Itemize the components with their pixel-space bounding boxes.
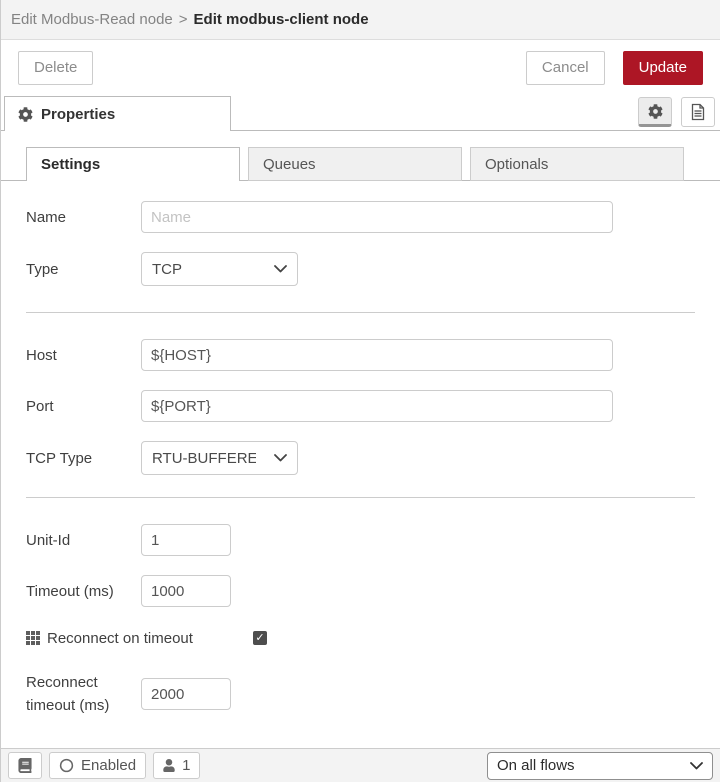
breadcrumb-parent-link[interactable]: Edit Modbus-Read node — [11, 11, 173, 28]
enabled-toggle-button[interactable]: Enabled — [49, 752, 147, 779]
panel-tab-bar: Properties — [1, 95, 720, 132]
host-row: Host — [26, 339, 695, 371]
reconnect-timeout-row: Reconnect timeout (ms) — [26, 671, 695, 717]
settings-form: Name Type TCP Host Port TCP Type RTU-BU — [1, 181, 720, 717]
tab-settings-label: Settings — [41, 155, 101, 173]
timeout-label: Timeout (ms) — [26, 582, 114, 600]
type-row: Type TCP — [26, 252, 695, 286]
reconnect-on-timeout-checkbox[interactable]: ✓ — [253, 631, 267, 645]
enabled-label: Enabled — [81, 757, 137, 774]
port-input[interactable] — [141, 390, 613, 422]
host-input[interactable] — [141, 339, 613, 371]
type-select-value: TCP — [152, 260, 182, 278]
chevron-down-icon — [690, 761, 703, 770]
grid-icon — [26, 631, 40, 645]
document-icon — [690, 103, 706, 121]
user-count-label: 1 — [182, 757, 191, 774]
dialog-toolbar: Delete Cancel Update — [1, 40, 720, 95]
tab-properties[interactable]: Properties — [4, 96, 231, 132]
section-divider — [26, 497, 695, 498]
edit-node-dialog: Edit Modbus-Read node > Edit modbus-clie… — [0, 0, 720, 782]
dialog-footer: Enabled 1 On all flows — [1, 748, 720, 782]
node-settings-button[interactable] — [638, 97, 672, 127]
tcp-type-select[interactable]: RTU-BUFFERED — [141, 441, 298, 475]
type-select[interactable]: TCP — [141, 252, 298, 286]
tcp-type-select-value: RTU-BUFFERED — [152, 449, 256, 467]
name-row: Name — [26, 201, 695, 233]
reconnect-timeout-label: Reconnect timeout (ms) — [26, 674, 110, 714]
deploy-scope-value: On all flows — [497, 757, 575, 774]
host-label: Host — [26, 346, 57, 364]
unit-id-input[interactable] — [141, 524, 231, 556]
tab-settings[interactable]: Settings — [26, 147, 240, 181]
tab-queues[interactable]: Queues — [248, 147, 462, 181]
gear-icon — [18, 106, 33, 122]
node-help-button[interactable] — [681, 97, 715, 127]
name-input[interactable] — [141, 201, 613, 233]
node-info-button[interactable] — [8, 752, 42, 779]
reconnect-on-timeout-label: Reconnect on timeout — [47, 629, 193, 647]
update-button[interactable]: Update — [622, 50, 703, 85]
tab-optionals-label: Optionals — [485, 155, 549, 173]
tcp-type-row: TCP Type RTU-BUFFERED — [26, 441, 695, 475]
port-label: Port — [26, 397, 54, 415]
page-title: Edit modbus-client node — [193, 11, 369, 28]
reconnect-timeout-input[interactable] — [141, 678, 231, 710]
tab-properties-label: Properties — [41, 105, 116, 123]
reconnect-on-timeout-row: Reconnect on timeout ✓ — [26, 630, 695, 647]
unit-id-label: Unit-Id — [26, 531, 71, 549]
user-icon — [163, 759, 175, 772]
section-divider — [26, 312, 695, 313]
chevron-down-icon — [274, 265, 287, 273]
reconnect-on-timeout-label-group: Reconnect on timeout — [26, 630, 253, 647]
name-label: Name — [26, 208, 67, 226]
settings-tab-bar: Settings Queues Optionals — [1, 147, 720, 181]
panel-actions — [638, 97, 720, 127]
port-row: Port — [26, 390, 695, 422]
timeout-input[interactable] — [141, 575, 231, 607]
breadcrumb: Edit Modbus-Read node > Edit modbus-clie… — [1, 0, 720, 40]
circle-icon — [59, 758, 74, 773]
timeout-row: Timeout (ms) — [26, 575, 695, 607]
tab-optionals[interactable]: Optionals — [470, 147, 684, 181]
deploy-scope-select[interactable]: On all flows — [487, 751, 713, 780]
gear-icon — [648, 103, 663, 119]
breadcrumb-separator: > — [178, 11, 188, 28]
user-count-button[interactable]: 1 — [153, 752, 201, 779]
tab-queues-label: Queues — [263, 155, 316, 173]
book-icon — [18, 758, 32, 773]
cancel-button[interactable]: Cancel — [525, 50, 605, 85]
unit-id-row: Unit-Id — [26, 524, 695, 556]
delete-button[interactable]: Delete — [18, 50, 94, 85]
tcp-type-label: TCP Type — [26, 449, 93, 467]
chevron-down-icon — [274, 454, 287, 462]
type-label: Type — [26, 260, 59, 278]
